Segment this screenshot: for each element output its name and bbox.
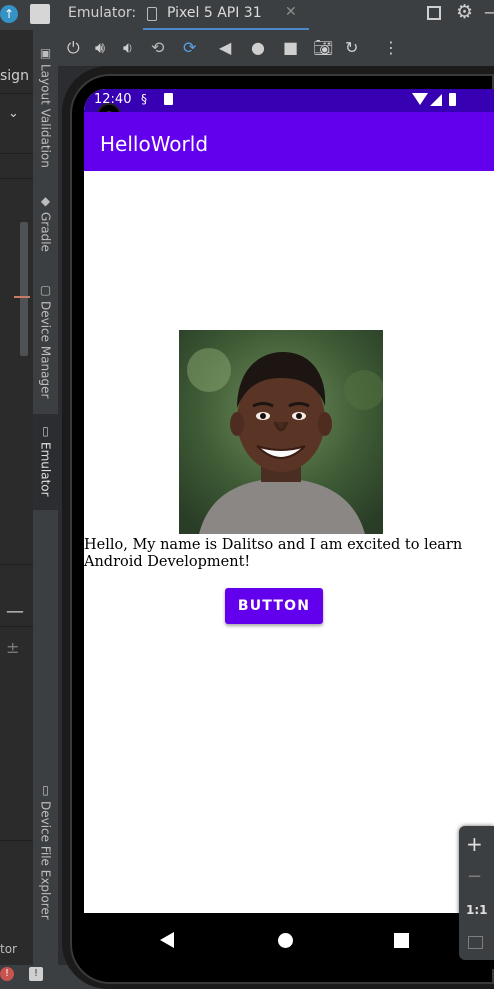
zoom-actual-size-button[interactable]: 1:1	[466, 903, 488, 917]
zoom-fit-icon[interactable]	[468, 936, 483, 949]
tab-label: Device Manager	[38, 301, 53, 399]
intro-text: Hello, My name is Dalitso and I am excit…	[84, 537, 463, 570]
profile-photo	[179, 330, 383, 534]
nav-back-icon[interactable]	[160, 932, 174, 948]
tab-layout-validation[interactable]: ▣ Layout Validation	[33, 46, 58, 168]
divider	[0, 840, 33, 841]
phone-icon	[147, 7, 157, 21]
divider	[0, 564, 33, 565]
zoom-out-button[interactable]: −	[467, 866, 482, 887]
device-manager-icon: ▢	[39, 283, 52, 297]
divider	[0, 93, 33, 94]
overview-icon[interactable]: ■	[283, 38, 298, 57]
back-icon[interactable]: ◀	[219, 38, 231, 57]
divider	[0, 178, 33, 179]
emulator-title: Emulator:	[68, 5, 137, 21]
device-file-explorer-icon: ▯	[42, 783, 49, 797]
notification-icon[interactable]: !	[29, 967, 43, 981]
split-marker	[14, 296, 30, 298]
app-title: HelloWorld	[100, 132, 209, 156]
layout-validation-icon: ▣	[39, 46, 52, 60]
device-tab-label[interactable]: Pixel 5 API 31	[167, 5, 262, 21]
zoom-in-button[interactable]: +	[466, 832, 483, 856]
app-bar: HelloWorld	[84, 112, 494, 171]
nav-home-icon[interactable]	[278, 933, 293, 948]
signal-icon	[430, 94, 442, 106]
update-icon[interactable]: ↑	[0, 5, 18, 23]
device-screen[interactable]: 12:40 § HelloWorld Hello, My name is Dal…	[84, 89, 494, 969]
gradle-icon: ◆	[40, 194, 51, 208]
notification-s-icon: §	[141, 92, 147, 106]
hide-icon[interactable]: —	[484, 2, 494, 23]
power-icon[interactable]: ⏻	[67, 38, 80, 58]
rotate-right-icon[interactable]: ⟳	[183, 38, 196, 57]
align-icon[interactable]: ±	[6, 638, 19, 657]
screenshot-icon[interactable]: 📷︎	[313, 38, 333, 57]
scrollbar[interactable]	[20, 222, 28, 356]
rotate-left-icon[interactable]: ⟲	[151, 38, 164, 57]
gear-icon[interactable]: ⚙	[456, 1, 473, 23]
snapshot-icon[interactable]: ↻	[345, 38, 358, 57]
minus-icon[interactable]: —	[6, 601, 24, 622]
user-icon[interactable]	[30, 4, 50, 24]
volume-down-icon[interactable]: 🔉︎	[123, 38, 133, 58]
emulator-icon: ▯	[42, 424, 49, 438]
tab-label: Layout Validation	[38, 64, 53, 168]
tab-device-manager[interactable]: ▢ Device Manager	[33, 283, 58, 398]
tab-gradle[interactable]: ◆ Gradle	[33, 194, 58, 252]
bottom-panel-label[interactable]: tor	[0, 942, 17, 956]
home-icon[interactable]: ●	[251, 38, 265, 57]
volume-up-icon[interactable]: 🔊︎	[95, 38, 105, 58]
navigation-bar	[84, 913, 494, 969]
tab-label: Gradle	[38, 212, 53, 252]
nav-overview-icon[interactable]	[394, 933, 409, 948]
close-icon[interactable]: ✕	[285, 4, 297, 20]
left-editor-panel	[0, 30, 34, 965]
tab-emulator[interactable]: ▯ Emulator	[33, 414, 58, 510]
error-icon[interactable]: !	[0, 967, 14, 981]
main-button[interactable]: BUTTON	[225, 588, 323, 624]
tab-label: Emulator	[38, 442, 53, 497]
design-tab[interactable]: sign	[0, 68, 29, 84]
tab-label: Device File Explorer	[38, 801, 53, 920]
more-icon[interactable]: ⋮	[383, 38, 399, 57]
divider	[0, 626, 33, 627]
sd-card-icon	[164, 93, 173, 105]
status-bar: 12:40 §	[84, 89, 494, 112]
tab-device-file-explorer[interactable]: ▯ Device File Explorer	[33, 783, 58, 920]
wifi-icon	[412, 93, 428, 105]
divider	[0, 153, 33, 154]
chevron-down-icon[interactable]: ⌄	[8, 106, 19, 121]
battery-icon	[449, 93, 456, 106]
window-mode-icon[interactable]	[427, 6, 441, 20]
